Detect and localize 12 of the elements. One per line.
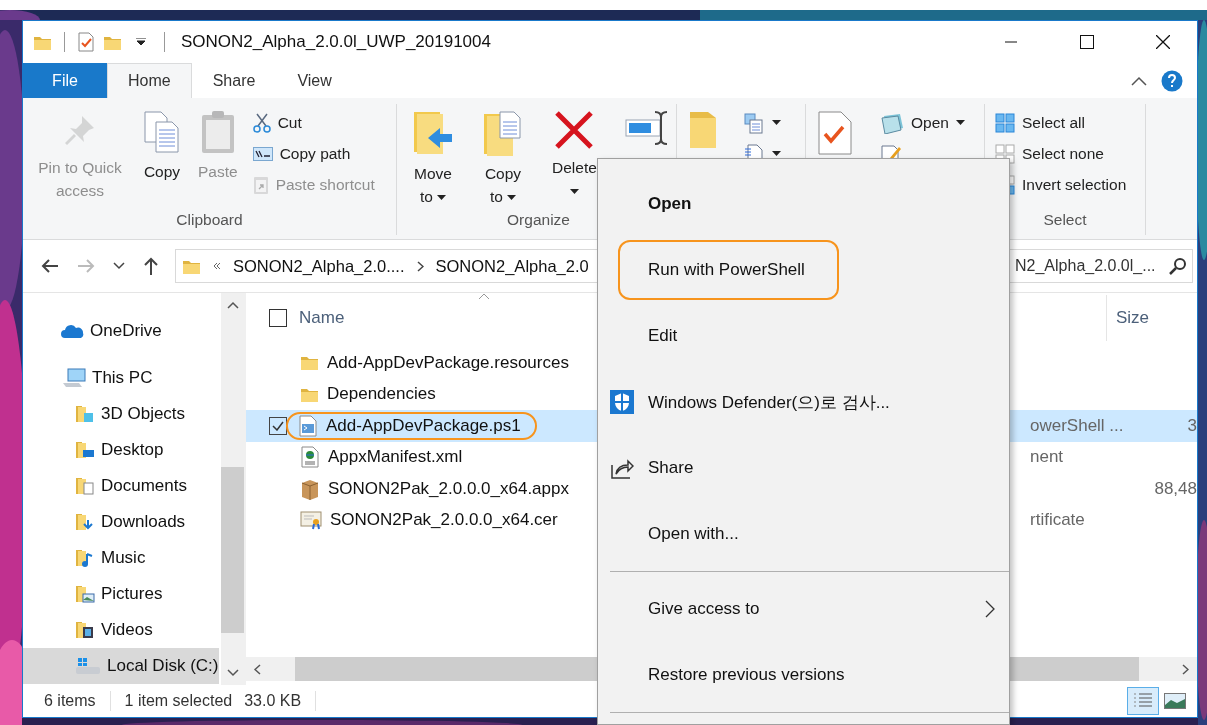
group-label: Clipboard [175, 211, 244, 231]
file-type: rtificate [1029, 510, 1085, 530]
selection-size: 33.0 KB [244, 692, 302, 711]
group-label: Select [1042, 211, 1088, 231]
group-label: Organize [506, 211, 571, 231]
file-type: owerShell ... [1029, 415, 1124, 435]
selection-status: 1 item selected [124, 692, 233, 711]
file-size: 3 [1187, 415, 1197, 435]
window-title: SONON2_Alpha_2.0.0l_UWP_20191004 [181, 32, 491, 52]
item-count: 6 items [44, 692, 96, 711]
file-size: 88,48 [1154, 478, 1197, 498]
file-type: nent [1029, 447, 1064, 467]
